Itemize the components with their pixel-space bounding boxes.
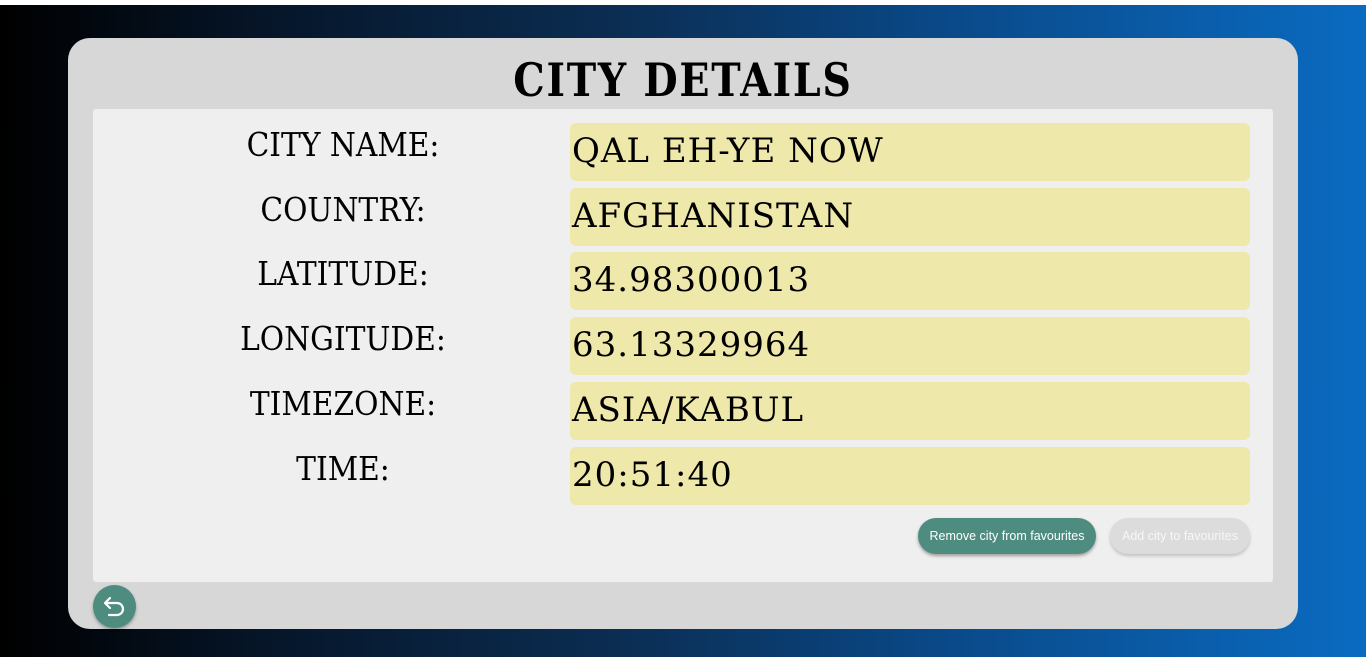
detail-row-city-name: CITY NAME: QAL EH-YE NOW [93,123,1273,181]
city-name-field[interactable]: QAL EH-YE NOW [570,123,1250,181]
timezone-field[interactable]: ASIA/KABUL [570,382,1250,440]
details-panel: CITY NAME: QAL EH-YE NOW COUNTRY: AFGHAN… [93,109,1273,582]
detail-row-latitude: LATITUDE: 34.98300013 [93,252,1273,310]
country-label: COUNTRY: [260,190,426,229]
detail-row-timezone: TIMEZONE: ASIA/KABUL [93,382,1273,440]
time-label: TIME: [296,449,390,488]
latitude-label: LATITUDE: [257,254,429,293]
time-field[interactable]: 20:51:40 [570,447,1250,505]
detail-row-country: COUNTRY: AFGHANISTAN [93,188,1273,246]
app-background: CITY DETAILS CITY NAME: QAL EH-YE NOW CO… [0,5,1366,657]
city-name-label: CITY NAME: [246,125,440,164]
page-title: CITY DETAILS [513,53,853,107]
add-to-favourites-button[interactable]: Add city to favourites [1110,518,1250,554]
latitude-field[interactable]: 34.98300013 [570,252,1250,310]
detail-row-longitude: LONGITUDE: 63.13329964 [93,317,1273,375]
back-button[interactable] [93,585,136,628]
undo-arrow-icon [103,596,125,617]
country-field[interactable]: AFGHANISTAN [570,188,1250,246]
detail-row-time: TIME: 20:51:40 [93,447,1273,505]
remove-from-favourites-button[interactable]: Remove city from favourites [918,518,1096,554]
city-details-card: CITY DETAILS CITY NAME: QAL EH-YE NOW CO… [68,38,1298,629]
longitude-label: LONGITUDE: [240,319,446,358]
longitude-field[interactable]: 63.13329964 [570,317,1250,375]
timezone-label: TIMEZONE: [249,384,437,423]
